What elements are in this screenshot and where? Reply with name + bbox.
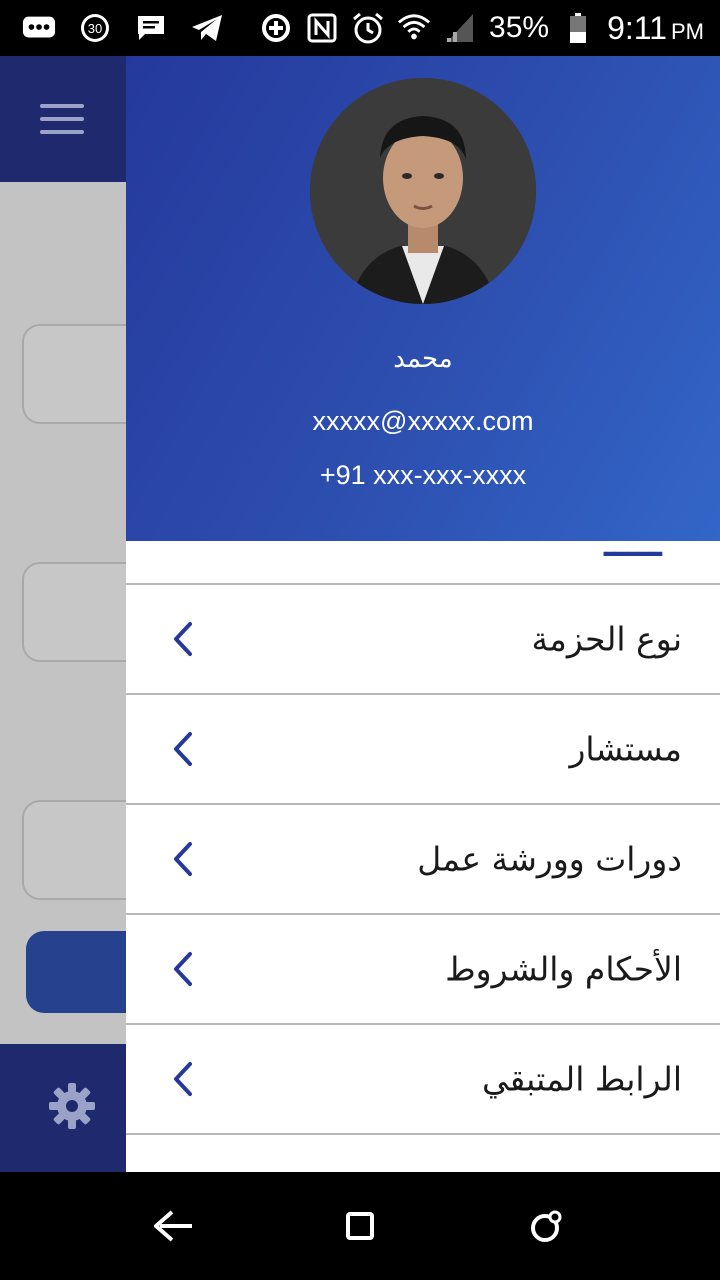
chevron-left-icon [172, 1061, 194, 1097]
drawer-header: محمد xxxxx@xxxxx.com +91 xxx-xxx-xxxx [126, 56, 720, 541]
nfc-icon [305, 11, 339, 45]
menu-item-label: مستشار [569, 729, 682, 769]
recents-icon[interactable] [336, 1202, 384, 1250]
chevron-left-icon [172, 841, 194, 877]
chevron-left-icon [172, 621, 194, 657]
navigation-drawer: محمد xxxxx@xxxxx.com +91 xxx-xxx-xxxx ــ… [126, 56, 720, 1172]
menu-item-package-type[interactable]: نوع الحزمة [126, 585, 720, 695]
back-icon[interactable] [150, 1202, 198, 1250]
partial-item-label: ـــــ [603, 541, 662, 565]
alarm-icon [351, 11, 385, 45]
system-nav-bar [0, 1172, 720, 1280]
signal-icon [443, 11, 477, 45]
chevron-left-icon [172, 951, 194, 987]
menu-item-partial: ـــــ [126, 541, 720, 585]
user-phone: +91 xxx-xxx-xxxx [319, 460, 527, 490]
clock: 9:11 PM [607, 9, 704, 46]
avatar[interactable] [310, 78, 536, 304]
telegram-icon [190, 11, 224, 45]
svg-text:30: 30 [88, 21, 102, 36]
chevron-left-icon [172, 731, 194, 767]
wifi-icon [397, 11, 431, 45]
drawer-menu: ـــــ نوع الحزمة مستشار دورات وورشة عمل … [126, 541, 720, 1135]
menu-item-consultant[interactable]: مستشار [126, 695, 720, 805]
user-email: xxxxx@xxxxx.com [312, 406, 534, 436]
message-icon [134, 11, 168, 45]
menu-item-remaining-link[interactable]: الرابط المتبقي [126, 1025, 720, 1135]
chat-bubble-icon [22, 11, 56, 45]
status-bar: 30 35% 9:11 PM [0, 0, 720, 56]
menu-item-label: دورات وورشة عمل [417, 839, 682, 879]
battery-icon [561, 11, 595, 45]
menu-item-label: الرابط المتبقي [481, 1059, 682, 1099]
gear-icon[interactable] [46, 1080, 98, 1132]
data-saver-icon [259, 11, 293, 45]
menu-item-label: الأحكام والشروط [445, 949, 682, 989]
user-name: محمد [393, 344, 453, 374]
home-icon[interactable] [522, 1202, 570, 1250]
circle-30-icon: 30 [78, 11, 112, 45]
menu-item-courses-workshops[interactable]: دورات وورشة عمل [126, 805, 720, 915]
menu-item-label: نوع الحزمة [531, 619, 682, 659]
battery-percent: 35% [489, 11, 550, 44]
menu-item-terms-conditions[interactable]: الأحكام والشروط [126, 915, 720, 1025]
hamburger-icon[interactable] [40, 104, 84, 134]
